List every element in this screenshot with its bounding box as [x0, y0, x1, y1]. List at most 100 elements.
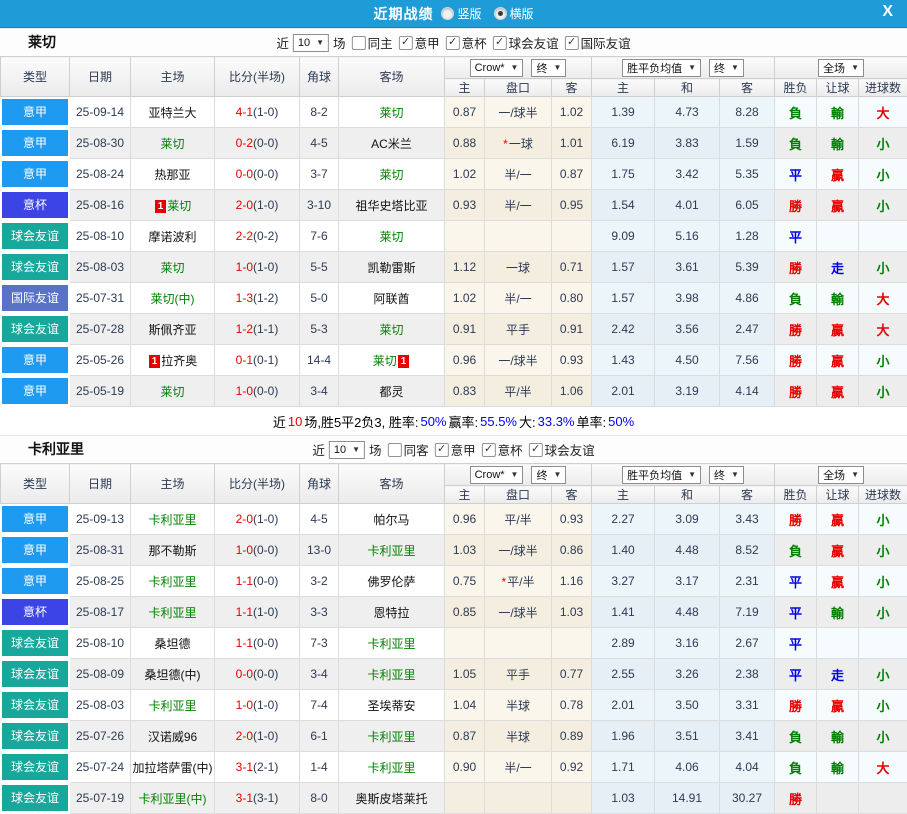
league-filter-label: 意杯 [498, 440, 523, 459]
handicap: *平/半 [485, 566, 552, 597]
score: 0-0(0-0) [215, 659, 300, 690]
result-handicap: 贏 [817, 159, 859, 190]
result-wdl: 負 [775, 535, 817, 566]
away-team: 卡利亚里 [339, 721, 445, 752]
league-filter-checkbox[interactable]: ✓ [482, 443, 496, 457]
team-label: 斯佩齐亚 [148, 323, 196, 337]
team-label: 卡利亚里 [148, 699, 196, 713]
match-type: 球会友谊 [1, 628, 70, 659]
home-team: 卡利亚里 [131, 504, 215, 535]
home-team: 卡利亚里 [131, 690, 215, 721]
final-odds-select[interactable]: 终▼ [531, 59, 566, 77]
avg-away: 4.14 [720, 376, 775, 407]
handicap: 一/球半 [485, 97, 552, 128]
final-odds-select[interactable]: 终▼ [531, 466, 566, 484]
handicap: 半/一 [485, 159, 552, 190]
summary-segment: 大: [519, 412, 536, 431]
team-label: 奥斯皮塔莱托 [355, 792, 427, 806]
avg-draw: 14.91 [655, 783, 720, 814]
score: 1-3(1-2) [215, 283, 300, 314]
col-score: 比分(半场) [215, 464, 300, 504]
result-handicap: 輸 [817, 721, 859, 752]
odds-home: 1.05 [445, 659, 485, 690]
result-goals: 小 [859, 345, 907, 376]
avg-final-select[interactable]: 终▼ [709, 59, 744, 77]
avg-draw: 3.83 [655, 128, 720, 159]
avg-home: 1.57 [592, 283, 655, 314]
avg-away: 7.56 [720, 345, 775, 376]
result-goals [859, 221, 907, 252]
avg-select[interactable]: 胜平负均值▼ [622, 466, 701, 484]
result-goals: 大 [859, 314, 907, 345]
table-row: 意甲25-08-31那不勒斯1-0(0-0)13-0卡利亚里1.03一/球半0.… [1, 535, 907, 566]
result-handicap: 輸 [817, 597, 859, 628]
result-handicap [817, 221, 859, 252]
same-venue-checkbox[interactable] [388, 443, 402, 457]
avg-draw: 3.51 [655, 721, 720, 752]
layout-vertical-radio[interactable]: 竖版 [441, 5, 481, 22]
table-row: 球会友谊25-07-28斯佩齐亚1-2(1-1)5-3莱切0.91平手0.912… [1, 314, 907, 345]
scope-select[interactable]: 全场▼ [818, 466, 864, 484]
league-filter-checkbox[interactable]: ✓ [446, 36, 460, 50]
bookmaker-select[interactable]: Crow*▼ [470, 466, 524, 484]
away-team: 阿联酋 [339, 283, 445, 314]
result-handicap: 走 [817, 659, 859, 690]
avg-home: 2.55 [592, 659, 655, 690]
result-goals: 小 [859, 659, 907, 690]
col-date: 日期 [70, 57, 131, 97]
avg-final-select[interactable]: 终▼ [709, 466, 744, 484]
chevron-down-icon: ▼ [553, 63, 561, 72]
scope-select[interactable]: 全场▼ [818, 59, 864, 77]
same-venue-checkbox[interactable] [352, 36, 366, 50]
result-handicap: 輸 [817, 128, 859, 159]
same-venue-label: 同主 [368, 33, 393, 52]
match-type: 球会友谊 [1, 752, 70, 783]
handicap [485, 221, 552, 252]
score: 1-1(0-0) [215, 628, 300, 659]
corner: 4-5 [300, 504, 339, 535]
odds-home: 0.93 [445, 190, 485, 221]
handicap: 一/球半 [485, 535, 552, 566]
score: 1-0(1-0) [215, 252, 300, 283]
col-avg-home: 主 [592, 79, 655, 97]
team-label: 加拉塔萨雷(中) [133, 761, 213, 775]
avg-draw: 4.01 [655, 190, 720, 221]
result-wdl: 勝 [775, 783, 817, 814]
avg-away: 5.35 [720, 159, 775, 190]
col-home: 主场 [131, 464, 215, 504]
avg-draw: 5.16 [655, 221, 720, 252]
unit-label: 场 [369, 440, 382, 459]
away-team: 莱切 [339, 97, 445, 128]
bookmaker-select[interactable]: Crow*▼ [470, 59, 524, 77]
table-row: 意甲25-09-13卡利亚里2-0(1-0)4-5帕尔马0.96平/半0.932… [1, 504, 907, 535]
avg-draw: 4.50 [655, 345, 720, 376]
near-label: 近 [276, 33, 289, 52]
league-filter-checkbox[interactable]: ✓ [565, 36, 579, 50]
match-count-select[interactable]: 10▼ [293, 34, 329, 52]
result-goals: 小 [859, 566, 907, 597]
odds-home: 0.75 [445, 566, 485, 597]
odds-away: 0.80 [552, 283, 592, 314]
league-filter-checkbox[interactable]: ✓ [399, 36, 413, 50]
layout-horizontal-radio[interactable]: 横版 [494, 5, 534, 22]
corner: 7-6 [300, 221, 339, 252]
team-label: 都灵 [379, 385, 403, 399]
odds-away [552, 628, 592, 659]
score: 1-0(0-0) [215, 535, 300, 566]
league-filter-checkbox[interactable]: ✓ [493, 36, 507, 50]
result-wdl: 負 [775, 97, 817, 128]
odds-away [552, 221, 592, 252]
team-label: 卡利亚里(中) [139, 792, 207, 806]
col-handicap: 盘口 [485, 79, 552, 97]
league-filter-checkbox[interactable]: ✓ [529, 443, 543, 457]
result-wdl: 勝 [775, 504, 817, 535]
col-avg-draw: 和 [655, 486, 720, 504]
odds-away: 1.02 [552, 97, 592, 128]
league-filter-checkbox[interactable]: ✓ [435, 443, 449, 457]
avg-select[interactable]: 胜平负均值▼ [622, 59, 701, 77]
handicap: 平/半 [485, 376, 552, 407]
close-icon[interactable]: X [878, 3, 897, 21]
table-row: 意甲25-05-261拉齐奥0-1(0-1)14-4莱切10.96一/球半0.9… [1, 345, 907, 376]
avg-draw: 3.26 [655, 659, 720, 690]
match-count-select[interactable]: 10▼ [329, 441, 365, 459]
